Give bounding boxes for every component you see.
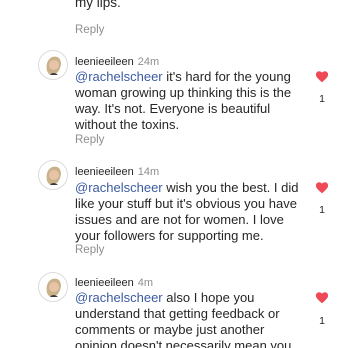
avatar-icon (46, 278, 61, 297)
previous-comment-text: my lips. (75, 0, 121, 10)
like-count: 1 (319, 315, 325, 327)
heart-icon[interactable] (315, 291, 329, 304)
mention-link[interactable]: @rachelscheer (75, 69, 163, 84)
mention-link[interactable]: @rachelscheer (75, 290, 163, 305)
comment-body: @rachelscheer wish you the best. I did l… (75, 180, 305, 244)
username[interactable]: leenieeileen (75, 277, 134, 289)
comment-meta: leenieeileen 4m (75, 276, 153, 290)
comment-body: @rachelscheer also I hope you understand… (75, 290, 305, 348)
comment-time: 14m (137, 166, 160, 178)
comment-time: 4m (137, 277, 153, 289)
like-count: 1 (319, 93, 325, 105)
username[interactable]: leenieeileen (75, 56, 134, 68)
like-count: 1 (319, 204, 325, 216)
avatar-icon (46, 56, 61, 75)
heart-icon[interactable] (315, 70, 329, 83)
comment-meta: leenieeileen 24m (75, 55, 159, 69)
username[interactable]: leenieeileen (75, 166, 134, 178)
heart-icon[interactable] (315, 181, 329, 194)
comment-meta: leenieeileen 14m (75, 165, 159, 179)
reply-button[interactable]: Reply (75, 244, 104, 256)
comment-body: @rachelscheer it's hard for the young wo… (75, 69, 305, 133)
avatar[interactable] (38, 160, 68, 190)
reply-button[interactable]: Reply (75, 134, 104, 146)
avatar[interactable] (38, 50, 68, 80)
avatar-icon (46, 166, 61, 185)
comment-time: 24m (137, 56, 160, 68)
reply-button[interactable]: Reply (75, 24, 104, 36)
avatar[interactable] (38, 272, 68, 302)
comments-screen: my lips. Reply leenieeileen 24m @rachelsc… (0, 0, 348, 348)
mention-link[interactable]: @rachelscheer (75, 180, 163, 195)
